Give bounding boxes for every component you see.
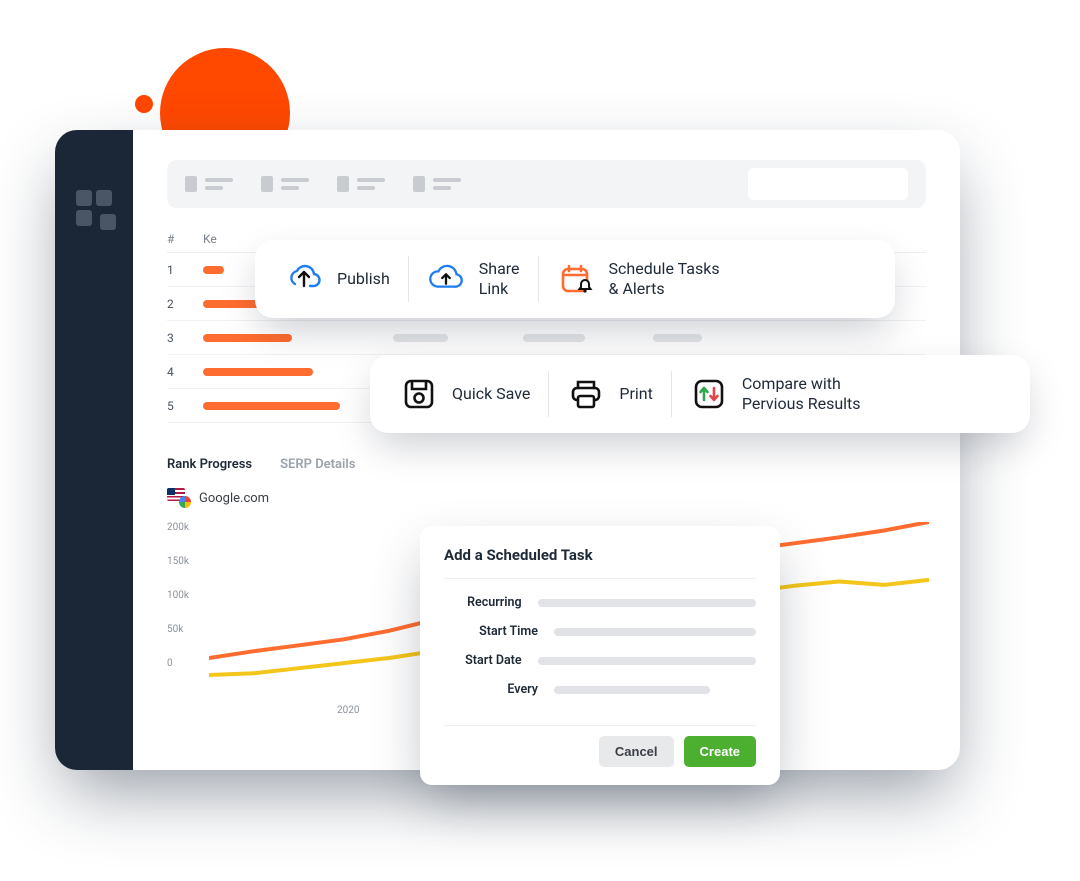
action-bar-save: Quick Save Print Compare with Pervious R…: [370, 355, 1030, 433]
label-start-time: Start Time: [444, 624, 554, 639]
share-link-button[interactable]: Share Link: [409, 259, 538, 299]
cloud-share-icon: [427, 260, 465, 298]
google-icon: [179, 496, 191, 508]
input-start-date[interactable]: [538, 657, 756, 665]
print-button[interactable]: Print: [549, 375, 670, 413]
input-recurring[interactable]: [538, 599, 756, 607]
modal-title: Add a Scheduled Task: [444, 546, 756, 579]
label-recurring: Recurring: [444, 595, 538, 610]
toolbar-placeholder: [167, 160, 926, 208]
action-bar-publish: Publish Share Link Schedule Tasks & Aler…: [255, 240, 895, 318]
cancel-button[interactable]: Cancel: [599, 736, 674, 767]
input-start-time[interactable]: [554, 628, 756, 636]
calendar-bell-icon: [557, 260, 595, 298]
quick-save-button[interactable]: Quick Save: [382, 375, 548, 413]
tab-serp-details[interactable]: SERP Details: [280, 457, 355, 472]
label-start-date: Start Date: [444, 653, 538, 668]
compare-icon: [690, 375, 728, 413]
input-every[interactable]: [554, 686, 710, 694]
engine-label: Google.com: [199, 491, 269, 506]
upload-cloud-icon: [285, 260, 323, 298]
save-icon: [400, 375, 438, 413]
print-icon: [567, 375, 605, 413]
publish-button[interactable]: Publish: [267, 260, 408, 298]
search-input[interactable]: [748, 168, 908, 200]
chart-tabs: Rank Progress SERP Details: [167, 457, 926, 472]
schedule-task-modal: Add a Scheduled Task Recurring Start Tim…: [420, 526, 780, 785]
sidebar: [55, 130, 133, 770]
search-engine: Google.com: [167, 488, 926, 508]
schedule-button[interactable]: Schedule Tasks & Alerts: [539, 259, 738, 299]
create-button[interactable]: Create: [684, 736, 756, 767]
tab-rank-progress[interactable]: Rank Progress: [167, 457, 252, 472]
compare-button[interactable]: Compare with Pervious Results: [672, 374, 879, 414]
table-row[interactable]: 3: [167, 321, 926, 355]
label-every: Every: [444, 682, 554, 697]
col-index: #: [167, 232, 203, 246]
apps-icon[interactable]: [76, 190, 112, 226]
decor-dot: [135, 95, 153, 113]
